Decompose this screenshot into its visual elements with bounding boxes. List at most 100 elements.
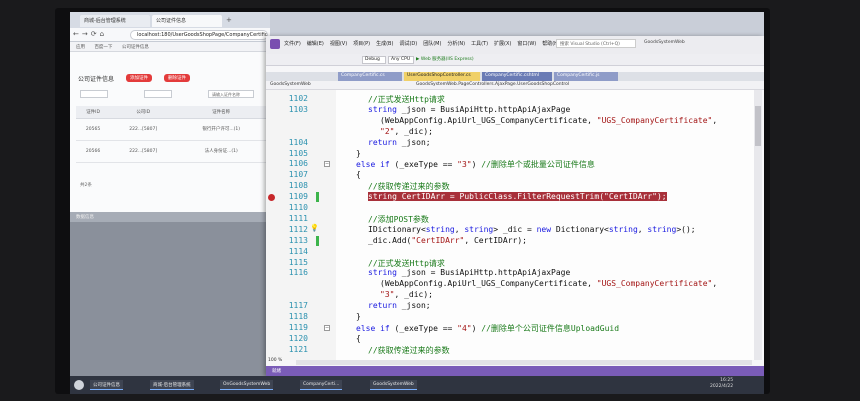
config-dropdown[interactable]: Debug [362,56,386,64]
panel-title: 公司证件信息 [78,76,115,83]
code-line[interactable]: else if (_exeType == "4") //删除单个公司证件信息Up… [356,323,619,334]
code-line[interactable]: else if (_exeType == "3") //删除单个或批量公司证件信… [356,159,595,170]
project-dropdown[interactable]: GoodsSystemWeb [270,82,311,87]
code-token: _json; [396,137,431,147]
line-number: 1121 [288,344,308,354]
fold-toggle-icon[interactable]: − [324,324,330,331]
code-token: } [356,148,361,158]
code-line[interactable]: { [356,334,361,343]
code-token: , CertIDArr); [464,235,527,245]
code-token: //删除单个或批量公司证件信息 [481,160,595,170]
code-line[interactable]: string _json = BusiApiHttp.httpApiAjaxPa… [368,105,570,114]
vs-menu-item[interactable]: 项目(P) [353,41,370,47]
class-dropdown[interactable]: GoodsSystemWeb.PageControllers.AjaxPage.… [416,82,569,87]
code-line[interactable]: { [356,170,361,179]
code-line[interactable]: //正式发送Http请求 [368,258,445,269]
code-token: "UGS_CompanyCertificate" [596,115,713,125]
doc-tab-4[interactable]: CompanyCertific.js [554,72,618,81]
code-line[interactable]: //正式发送Http请求 [368,94,445,105]
code-line[interactable]: "3", _dic); [380,290,433,299]
code-token: _dic.Add( [368,235,412,245]
line-number: 1105 [288,148,308,158]
doc-tab-3[interactable]: CompanyCertific.cshtml [482,72,552,81]
run-button[interactable]: ▶ Web 服务器(IIS Express) [416,56,474,62]
code-token: string [368,104,397,114]
taskbar-item[interactable]: OnGoodsSystemWeb [220,380,274,390]
taskbar-item[interactable]: GoodsSystemWeb [370,380,417,390]
add-cert-button[interactable]: 添加证件 [126,74,152,82]
code-line[interactable]: } [356,312,361,321]
code-line[interactable]: //获取传递过来的参数 [368,181,450,192]
line-number: 1107 [288,170,308,180]
delete-cert-button[interactable]: 删除证件 [164,74,190,82]
code-line[interactable]: string CertIDArr = PublicClass.FilterReq… [368,192,667,202]
browser-tab-home[interactable]: 商城-后台管理系统 [80,15,150,27]
vs-menu-item[interactable]: 分析(N) [447,41,465,47]
code-line[interactable]: (WebAppConfig.ApiUrl_UGS_CompanyCertific… [380,279,717,288]
code-token: //获取传递过来的参数 [368,182,450,192]
code-token: string [464,224,494,234]
code-line[interactable]: (WebAppConfig.ApiUrl_UGS_CompanyCertific… [380,116,717,125]
taskbar-item[interactable]: 公司证件信息 [90,380,123,390]
code-line[interactable]: //获取传递过来的参数 [368,345,450,356]
browser-tab-certific[interactable]: 公司证件信息 [152,15,222,27]
doc-tab-2[interactable]: UserGoodsShopController.cs [404,72,480,81]
line-number: 1113 [288,235,308,245]
table-row[interactable]: 20566 222...[5807] 法人身份证...(1) [76,140,266,163]
browser-nav-buttons[interactable]: ←→⟳⌂ [73,30,107,40]
vs-menu-item[interactable]: 团队(M) [423,41,441,47]
code-token: >(); [676,224,696,234]
code-token: _json; [396,301,431,311]
platform-dropdown[interactable]: Any CPU [388,56,414,64]
code-line[interactable]: //添加POST参数 [368,214,429,225]
vs-menu-item[interactable]: 生成(B) [376,41,393,47]
vs-menu-item[interactable]: 调试(D) [399,41,417,47]
table-row[interactable]: 20565 222...[5807] 银行开户许可...(1) [76,118,266,141]
code-token: (WebAppConfig.ApiUrl_UGS_CompanyCertific… [380,115,597,125]
horizontal-scrollbar[interactable] [296,360,752,365]
vs-menu-item[interactable]: 文件(F) [284,41,301,47]
code-token: } [356,312,361,321]
vs-menu-item[interactable]: 视图(V) [330,41,347,47]
search-input[interactable]: 请输入证件名称 [208,90,254,98]
vs-menu-item[interactable]: 窗口(W) [517,41,536,47]
bookmark-apps[interactable]: 应用 [76,45,85,50]
code-token: { [356,333,361,343]
code-token: string [608,224,638,234]
fold-toggle-icon[interactable]: − [324,161,330,168]
code-token: { [356,170,361,180]
code-line[interactable]: } [356,149,361,158]
code-line[interactable]: return _json; [368,301,431,310]
code-line[interactable]: string _json = BusiApiHttp.httpApiAjaxPa… [368,268,570,277]
lightbulb-icon[interactable]: 💡 [310,224,319,232]
bookmark-baidu[interactable]: 百度一下 [94,45,112,50]
cell-cert-name: 法人身份证...(1) [176,140,266,163]
clock-date: 2022/4/22 [710,384,734,389]
line-number: 1104 [288,137,308,147]
zoom-level[interactable]: 100 % [268,358,282,363]
code-token: (_exeType == [389,323,458,333]
status-bar: 就绪 [266,366,764,376]
taskbar-item[interactable]: CompanyCerti... [300,380,343,390]
vs-menu-item[interactable]: 扩展(X) [494,41,511,47]
filter-input-2[interactable] [144,90,172,98]
code-line[interactable]: _dic.Add("CertIDArr", CertIDArr); [368,236,527,245]
vs-menu-item[interactable]: 编辑(E) [307,41,324,47]
address-bar[interactable]: localhost:180/UserGoodsShopPage/CompanyC… [130,30,268,40]
code-line[interactable]: return _json; [368,138,431,147]
new-tab-icon[interactable]: + [226,16,232,24]
line-number: 1116 [288,268,308,278]
code-line[interactable]: IDictionary<string, string> _dic = new D… [368,225,696,234]
doc-tab-1[interactable]: CompanyCertific.cs [338,72,402,81]
scroll-thumb[interactable] [755,106,761,146]
bookmark-certific[interactable]: 公司证件信息 [122,45,149,50]
start-icon[interactable] [74,380,84,390]
taskbar-item[interactable]: 商城-后台管理系统 [150,380,194,390]
filter-input-1[interactable] [80,90,108,98]
vs-menu-item[interactable]: 工具(T) [471,41,488,47]
cell-company-id: 222...[5807] [110,140,177,163]
quick-launch-input[interactable]: 搜索 Visual Studio (Ctrl+Q) [556,39,636,48]
breakpoint-icon[interactable] [268,193,275,201]
code-token: (WebAppConfig.ApiUrl_UGS_CompanyCertific… [380,279,597,289]
code-line[interactable]: "2", _dic); [380,127,433,136]
